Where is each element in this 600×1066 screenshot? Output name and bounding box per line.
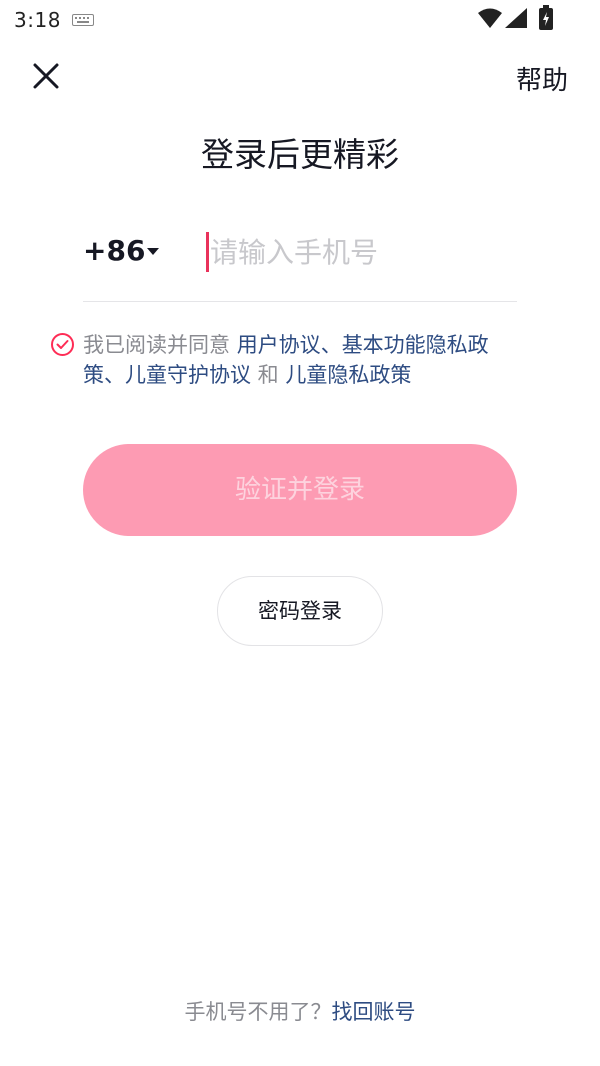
- agreement-and: 和: [251, 363, 286, 387]
- phone-number-input[interactable]: [210, 228, 510, 276]
- footer: 手机号不用了？找回账号: [0, 996, 600, 1026]
- agreement-separator: 、: [104, 363, 125, 387]
- agreement-text: 我已阅读并同意 用户协议、基本功能隐私政策、儿童守护协议 和 儿童隐私政策: [83, 330, 523, 390]
- child-protection-link[interactable]: 儿童守护协议: [125, 363, 251, 387]
- keyboard-icon: [72, 14, 94, 26]
- user-agreement-link[interactable]: 用户协议: [237, 333, 321, 357]
- page-title: 登录后更精彩: [201, 135, 399, 174]
- phone-input-row: +86: [83, 222, 517, 302]
- signal-icon: [505, 8, 527, 28]
- battery-icon: [539, 5, 553, 30]
- child-privacy-link[interactable]: 儿童隐私政策: [285, 363, 411, 387]
- recover-account-link[interactable]: 找回账号: [332, 1000, 416, 1024]
- text-cursor: [206, 232, 209, 272]
- password-login-button[interactable]: 密码登录: [217, 576, 383, 646]
- chevron-down-icon[interactable]: [147, 248, 159, 255]
- country-code-selector[interactable]: +86: [83, 234, 145, 267]
- help-link[interactable]: 帮助: [516, 60, 568, 97]
- wifi-icon: [478, 8, 502, 28]
- footer-question: 手机号不用了？: [184, 1000, 332, 1024]
- status-time: 3:18: [14, 8, 61, 32]
- agreement-checkbox-icon[interactable]: [50, 332, 75, 357]
- agreement-separator: 、: [320, 333, 342, 357]
- verify-login-button[interactable]: 验证并登录: [83, 444, 517, 536]
- agreement-prefix: 我已阅读并同意: [83, 333, 237, 357]
- close-icon[interactable]: [28, 58, 64, 94]
- status-bar: 3:18: [0, 0, 600, 40]
